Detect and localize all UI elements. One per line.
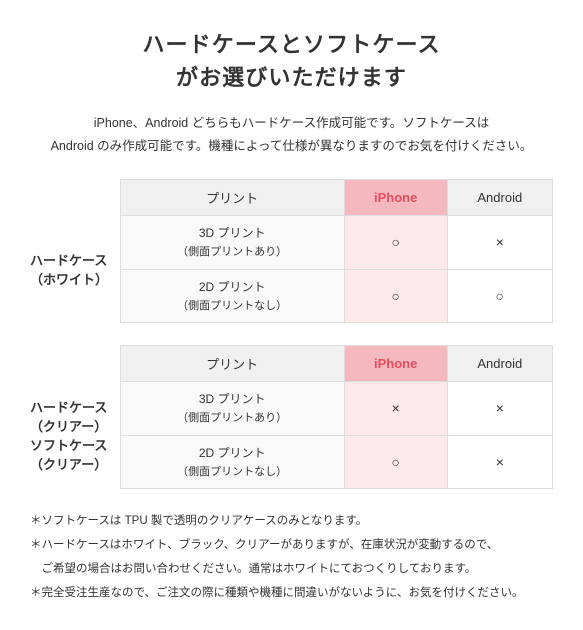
table2-col-android: Android (447, 346, 552, 382)
note-item: ご希望の場合はお問い合わせください。通常はホワイトにておつくりしております。 (30, 559, 553, 581)
table1-row2-iphone: ○ (344, 269, 447, 323)
description-text: iPhone、Android どちらもハードケース作成可能です。ソフトケースは … (30, 112, 553, 157)
table1-row-label: ハードケース （ホワイト） (30, 216, 120, 323)
note-item: ＊完全受注生産なので、ご注文の際に種類や機種に間違いがないように、お気を付けくだ… (30, 583, 553, 605)
table1-section: プリント iPhone Android ハードケース （ホワイト） 3D プリン… (30, 179, 553, 323)
table-row: ハードケース （ホワイト） 3D プリント （側面プリントあり） ○ × (30, 216, 553, 270)
table2-row-label: ハードケース （クリアー） ソフトケース （クリアー） (30, 382, 120, 489)
page-title: ハードケースとソフトケース がお選びいただけます (30, 28, 553, 94)
table2-row1-label: 3D プリント （側面プリントあり） (120, 382, 344, 436)
table-row: ハードケース （クリアー） ソフトケース （クリアー） 3D プリント （側面プ… (30, 382, 553, 436)
table1-col-android: Android (447, 180, 552, 216)
table2-col-iphone: iPhone (344, 346, 447, 382)
table1-row2-label: 2D プリント （側面プリントなし） (120, 269, 344, 323)
table2-row2-android: × (447, 435, 552, 489)
table1-row1-label: 3D プリント （側面プリントあり） (120, 216, 344, 270)
table2-col-print: プリント (120, 346, 344, 382)
title-line1: ハードケースとソフトケース (142, 32, 440, 57)
main-container: ハードケースとソフトケース がお選びいただけます iPhone、Android … (0, 0, 583, 630)
table2-row2-label: 2D プリント （側面プリントなし） (120, 435, 344, 489)
table2-section: プリント iPhone Android ハードケース （クリアー） ソフトケース… (30, 345, 553, 489)
table1-row1-iphone: ○ (344, 216, 447, 270)
table2-row2-iphone: ○ (344, 435, 447, 489)
note-item: ＊ソフトケースは TPU 製で透明のクリアケースのみとなります。 (30, 511, 553, 533)
title-line2: がお選びいただけます (176, 65, 407, 90)
notes-section: ＊ソフトケースは TPU 製で透明のクリアケースのみとなります。＊ハードケースは… (30, 511, 553, 604)
table1-col-print: プリント (120, 180, 344, 216)
table2-row1-android: × (447, 382, 552, 436)
table1-row2-android: ○ (447, 269, 552, 323)
note-item: ＊ハードケースはホワイト、ブラック、クリアーがありますが、在庫状況が変動するので… (30, 535, 553, 557)
table1-row1-android: × (447, 216, 552, 270)
table2-row1-iphone: × (344, 382, 447, 436)
table1-col-iphone: iPhone (344, 180, 447, 216)
